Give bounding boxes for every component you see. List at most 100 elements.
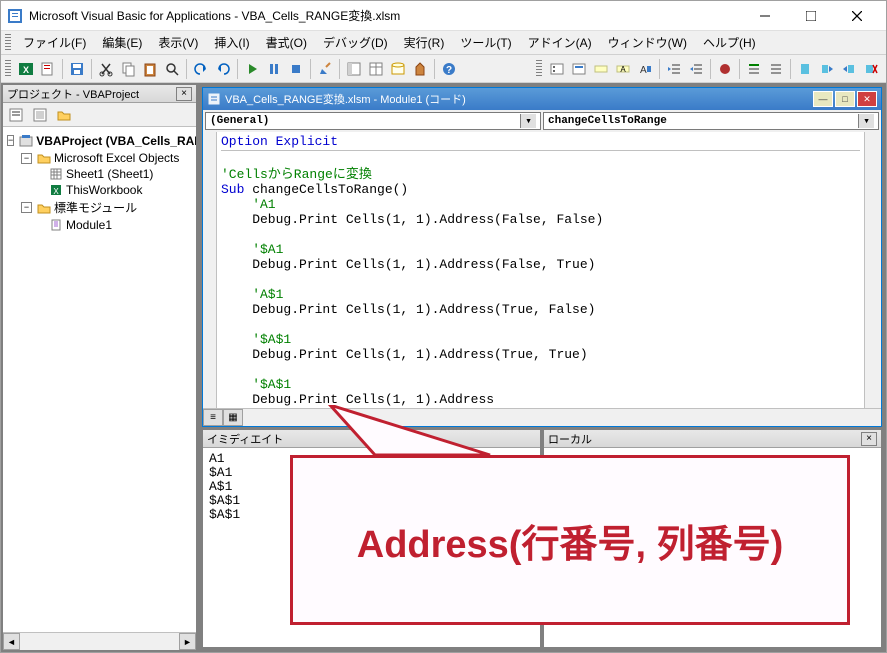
view-code-icon[interactable]	[5, 104, 27, 126]
object-dropdown[interactable]: (General) ▾	[205, 112, 541, 130]
folder-icon	[37, 151, 51, 165]
standard-toolbar: X ? A A	[1, 55, 886, 83]
close-button[interactable]	[834, 2, 880, 30]
undo-icon[interactable]	[190, 58, 212, 80]
full-module-view-icon[interactable]: ▦	[223, 409, 243, 426]
clear-bookmarks-icon[interactable]	[860, 58, 882, 80]
code-bottom-bar: ≡ ▦	[203, 408, 881, 426]
code-vscrollbar[interactable]	[864, 132, 881, 408]
toggle-bookmark-icon[interactable]	[794, 58, 816, 80]
menu-file[interactable]: ファイル(F)	[15, 31, 94, 54]
tree-modules-label: 標準モジュール	[54, 199, 137, 216]
minimize-button[interactable]	[742, 2, 788, 30]
parameter-info-icon[interactable]: A	[612, 58, 634, 80]
cut-icon[interactable]	[95, 58, 117, 80]
copy-icon[interactable]	[117, 58, 139, 80]
module-icon	[49, 218, 63, 232]
code-editor-body: Option Explicit 'CellsからRangeに変換 Sub cha…	[203, 132, 881, 408]
menu-view[interactable]: 表示(V)	[150, 31, 206, 54]
toggle-folders-icon[interactable]	[53, 104, 75, 126]
edit-toolbar-grip[interactable]	[536, 60, 542, 78]
project-tree[interactable]: − VBAProject (VBA_Cells_RANGE変換.xlsm) − …	[3, 127, 196, 632]
list-constants-icon[interactable]	[568, 58, 590, 80]
sheet-icon	[49, 167, 63, 181]
project-explorer-close-icon[interactable]: ×	[176, 87, 192, 101]
find-icon[interactable]	[161, 58, 183, 80]
scroll-right-icon[interactable]: ►	[179, 633, 196, 650]
menu-tools[interactable]: ツール(T)	[452, 31, 519, 54]
toolbar-grip[interactable]	[5, 60, 11, 78]
paste-icon[interactable]	[139, 58, 161, 80]
menu-addins[interactable]: アドイン(A)	[520, 31, 600, 54]
help-icon[interactable]: ?	[438, 58, 460, 80]
menu-window[interactable]: ウィンドウ(W)	[600, 31, 695, 54]
locals-window-titlebar[interactable]: ローカル ×	[544, 430, 881, 448]
menu-format[interactable]: 書式(O)	[258, 31, 315, 54]
menu-insert[interactable]: 挿入(I)	[206, 31, 257, 54]
svg-text:?: ?	[446, 65, 452, 76]
complete-word-icon[interactable]: A	[634, 58, 656, 80]
code-dropdowns-bar: (General) ▾ changeCellsToRange ▾	[203, 110, 881, 132]
run-icon[interactable]	[241, 58, 263, 80]
properties-window-icon[interactable]	[365, 58, 387, 80]
next-bookmark-icon[interactable]	[816, 58, 838, 80]
save-icon[interactable]	[66, 58, 88, 80]
immediate-window-body[interactable]: A1 $A1 A$1 $A$1 $A$1	[203, 448, 540, 647]
insert-module-icon[interactable]	[37, 58, 59, 80]
prev-bookmark-icon[interactable]	[838, 58, 860, 80]
procedure-view-icon[interactable]: ≡	[203, 409, 223, 426]
code-margin[interactable]	[203, 132, 217, 408]
toolbox-icon[interactable]	[409, 58, 431, 80]
menu-run[interactable]: 実行(R)	[396, 31, 453, 54]
locals-window-title: ローカル	[548, 431, 861, 447]
project-explorer-icon[interactable]	[343, 58, 365, 80]
code-hscrollbar[interactable]	[243, 409, 881, 426]
vbe-main-window: Microsoft Visual Basic for Applications …	[0, 0, 887, 653]
menubar-grip[interactable]	[5, 34, 11, 52]
view-excel-icon[interactable]: X	[15, 58, 37, 80]
quick-info-icon[interactable]	[590, 58, 612, 80]
maximize-button[interactable]	[788, 2, 834, 30]
tree-thisworkbook[interactable]: X ThisWorkbook	[7, 182, 192, 198]
menu-edit[interactable]: 編集(E)	[94, 31, 150, 54]
locals-window-close-icon[interactable]: ×	[861, 432, 877, 446]
list-properties-icon[interactable]	[546, 58, 568, 80]
immediate-window-title: イミディエイト	[207, 431, 536, 447]
design-mode-icon[interactable]	[314, 58, 336, 80]
object-browser-icon[interactable]	[387, 58, 409, 80]
scroll-track[interactable]	[20, 633, 179, 650]
menu-help[interactable]: ヘルプ(H)	[695, 31, 764, 54]
view-object-icon[interactable]	[29, 104, 51, 126]
reset-icon[interactable]	[285, 58, 307, 80]
indent-icon[interactable]	[663, 58, 685, 80]
code-window: VBA_Cells_RANGE変換.xlsm - Module1 (コード) —…	[202, 87, 882, 427]
mdi-client-area: VBA_Cells_RANGE変換.xlsm - Module1 (コード) —…	[198, 83, 886, 652]
immediate-window-titlebar[interactable]: イミディエイト	[203, 430, 540, 448]
vbaproject-icon	[19, 134, 33, 148]
tree-excel-objects[interactable]: − Microsoft Excel Objects	[7, 150, 192, 166]
redo-icon[interactable]	[212, 58, 234, 80]
svg-text:X: X	[23, 65, 29, 75]
locals-window-body[interactable]	[544, 448, 881, 647]
chevron-down-icon: ▾	[858, 114, 874, 128]
code-window-minimize-icon[interactable]: —	[813, 91, 833, 107]
toggle-breakpoint-icon[interactable]	[714, 58, 736, 80]
comment-block-icon[interactable]	[743, 58, 765, 80]
outdent-icon[interactable]	[685, 58, 707, 80]
code-window-maximize-icon[interactable]: □	[835, 91, 855, 107]
tree-module1[interactable]: Module1	[7, 217, 192, 233]
procedure-dropdown[interactable]: changeCellsToRange ▾	[543, 112, 879, 130]
tree-modules[interactable]: − 標準モジュール	[7, 198, 192, 217]
tree-root[interactable]: − VBAProject (VBA_Cells_RANGE変換.xlsm)	[7, 131, 192, 150]
tree-sheet1[interactable]: Sheet1 (Sheet1)	[7, 166, 192, 182]
uncomment-block-icon[interactable]	[765, 58, 787, 80]
code-window-close-icon[interactable]: ✕	[857, 91, 877, 107]
project-hscrollbar[interactable]: ◄ ►	[3, 632, 196, 650]
menu-debug[interactable]: デバッグ(D)	[315, 31, 396, 54]
code-editor[interactable]: Option Explicit 'CellsからRangeに変換 Sub cha…	[217, 132, 864, 408]
menubar: ファイル(F) 編集(E) 表示(V) 挿入(I) 書式(O) デバッグ(D) …	[1, 31, 886, 55]
code-window-titlebar[interactable]: VBA_Cells_RANGE変換.xlsm - Module1 (コード) —…	[203, 88, 881, 110]
break-icon[interactable]	[263, 58, 285, 80]
scroll-left-icon[interactable]: ◄	[3, 633, 20, 650]
project-explorer-titlebar[interactable]: プロジェクト - VBAProject ×	[3, 85, 196, 103]
